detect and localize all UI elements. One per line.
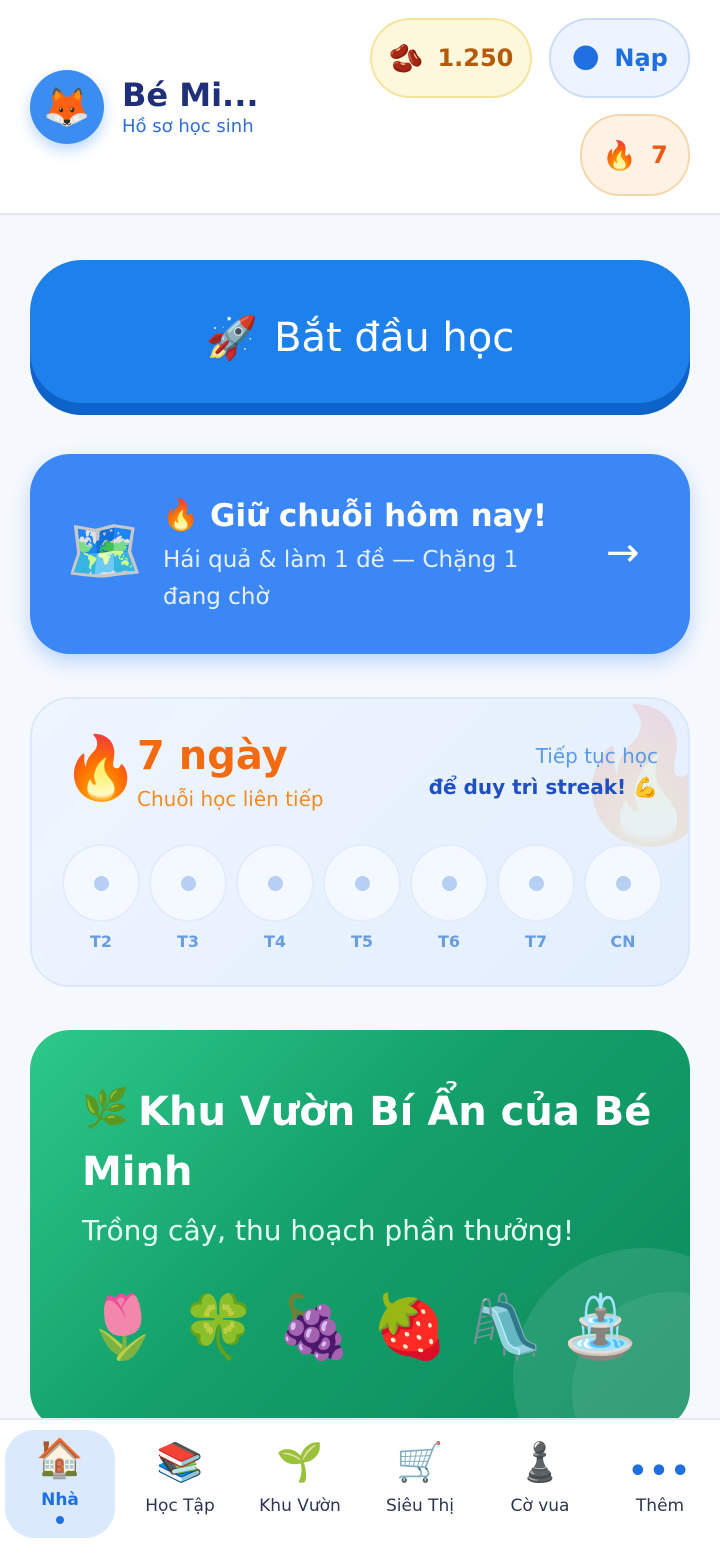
rocket-icon: 🚀 — [205, 312, 259, 362]
nav-item-garden[interactable]: 🌱 Khu Vườn — [240, 1420, 360, 1558]
weekday-item: T4 — [236, 844, 314, 954]
weekday-item: CN — [584, 844, 662, 954]
garden-title: Khu Vườn Bí Ẩn của Bé Minh — [82, 1089, 652, 1195]
weekday-circle — [149, 844, 227, 922]
weekday-item: T5 — [323, 844, 401, 954]
topup-label: Nạp — [614, 44, 668, 72]
weekday-dot — [93, 875, 109, 891]
weekday-circle — [410, 844, 488, 922]
active-indicator-dot — [56, 1516, 64, 1524]
weekday-label: T2 — [89, 932, 113, 951]
clover-icon: 🍀 — [179, 1290, 258, 1363]
moon-coin-icon: 🌑 — [571, 41, 601, 75]
profile-name[interactable]: Bé Mi... — [122, 76, 259, 114]
streak-days: 7 ngày — [137, 733, 288, 779]
topup-button[interactable]: 🌑 Nạp — [549, 18, 690, 98]
fire-icon: 🔥 — [62, 731, 140, 804]
fox-avatar-icon: 🦊 — [43, 84, 91, 129]
nav-label-learning: Học Tập — [145, 1496, 215, 1516]
streak-reminder-title: Giữ chuỗi hôm nay! — [210, 498, 548, 534]
garden-subtitle: Trồng cây, thu hoạch phần thưởng! — [82, 1214, 575, 1247]
strawberry-icon: 🍓 — [371, 1290, 449, 1363]
nav-label-more: Thêm — [635, 1496, 685, 1516]
nav-label-supermarket: Siêu Thị — [385, 1496, 455, 1516]
more-dots-icon: ••• — [628, 1454, 692, 1489]
start-learning-button[interactable]: 🚀 Bắt đầu học — [30, 260, 690, 415]
weekday-item: T3 — [149, 844, 227, 954]
nav-label-home: Nhà — [41, 1490, 79, 1510]
weekday-item: T2 — [62, 844, 140, 954]
fire-icon: 🔥 — [602, 138, 638, 172]
nav-item-chess[interactable]: ♟️ Cờ vua — [480, 1420, 600, 1558]
weekday-label: T7 — [524, 932, 548, 951]
nav-item-learning[interactable]: 📚 Học Tập — [120, 1420, 240, 1558]
weekday-dot — [354, 875, 370, 891]
secret-garden-card[interactable]: 🌿 Khu Vườn Bí Ẩn của Bé Minh Trồng cây, … — [30, 1030, 690, 1430]
weekday-label: T3 — [176, 932, 200, 951]
profile-avatar[interactable]: 🦊 — [30, 70, 104, 144]
app-header: 🦊 Bé Mi... Hồ sơ học sinh 🫘 1.250 🌑 Nạp … — [0, 0, 720, 215]
garden-items-row: 🌷 🍀 🍇 🍓 🛝 ⛲ — [82, 1282, 642, 1372]
weekday-label: T4 — [263, 932, 287, 951]
world-map-icon: 🗺️ — [66, 514, 144, 587]
seedling-icon: 🌱 — [276, 1440, 324, 1484]
beans-icon: 🫘 — [388, 41, 424, 75]
start-learning-label: Bắt đầu học — [274, 314, 515, 361]
weekday-tracker: T2 T3 T4 T5 T6 T7 CN — [62, 844, 662, 954]
arrow-right-icon: → — [606, 530, 640, 576]
keep-learning-text: Tiếp tục học — [535, 744, 658, 768]
weekday-label: T5 — [350, 932, 374, 951]
streak-days-subtitle: Chuỗi học liên tiếp — [137, 787, 324, 811]
weekday-dot — [267, 875, 283, 891]
books-icon: 📚 — [156, 1440, 204, 1484]
chess-pawn-icon: ♟️ — [516, 1440, 564, 1484]
shopping-cart-icon: 🛒 — [396, 1440, 444, 1484]
bottom-navigation: 🏠 Nhà 📚 Học Tập 🌱 Khu Vườn 🛒 Siêu Thị ♟️… — [0, 1418, 720, 1558]
weekday-circle — [497, 844, 575, 922]
fire-icon: 🔥 — [162, 498, 200, 533]
streak-reminder-description: Hái quả & làm 1 đề — Chặng 1 đang chờ — [163, 547, 519, 610]
profile-subtitle[interactable]: Hồ sơ học sinh — [122, 116, 254, 137]
weekday-circle — [584, 844, 662, 922]
nav-item-supermarket[interactable]: 🛒 Siêu Thị — [360, 1420, 480, 1558]
house-icon: 🏠 — [36, 1436, 84, 1480]
weekday-circle — [236, 844, 314, 922]
streak-reminder-card[interactable]: 🗺️ 🔥 Giữ chuỗi hôm nay! Hái quả & làm 1 … — [30, 454, 690, 654]
nav-label-garden: Khu Vườn — [259, 1496, 341, 1516]
slide-icon: 🛝 — [466, 1290, 544, 1363]
nav-label-chess: Cờ vua — [510, 1496, 570, 1516]
streak-value: 7 — [651, 141, 668, 169]
weekday-circle — [62, 844, 140, 922]
nav-item-home[interactable]: 🏠 Nhà — [0, 1420, 120, 1558]
weekday-dot — [528, 875, 544, 891]
weekday-circle — [323, 844, 401, 922]
streak-pill[interactable]: 🔥 7 — [580, 114, 690, 196]
tulip-icon: 🌷 — [84, 1290, 162, 1363]
weekday-dot — [615, 875, 631, 891]
keep-streak-text: để duy trì streak! 💪 — [428, 775, 658, 799]
weekday-item: T6 — [410, 844, 488, 954]
weekday-label: CN — [610, 932, 636, 951]
nav-item-more[interactable]: ••• Thêm — [600, 1420, 720, 1558]
weekday-dot — [180, 875, 196, 891]
beans-balance-pill[interactable]: 🫘 1.250 — [370, 18, 532, 98]
weekday-label: T6 — [437, 932, 461, 951]
grapes-icon: 🍇 — [275, 1290, 353, 1363]
streak-counter-card: 🔥 🔥 7 ngày Chuỗi học liên tiếp Tiếp tục … — [30, 697, 690, 987]
weekday-item: T7 — [497, 844, 575, 954]
weekday-dot — [441, 875, 457, 891]
fountain-icon: ⛲ — [562, 1290, 640, 1363]
beans-value: 1.250 — [437, 44, 514, 72]
